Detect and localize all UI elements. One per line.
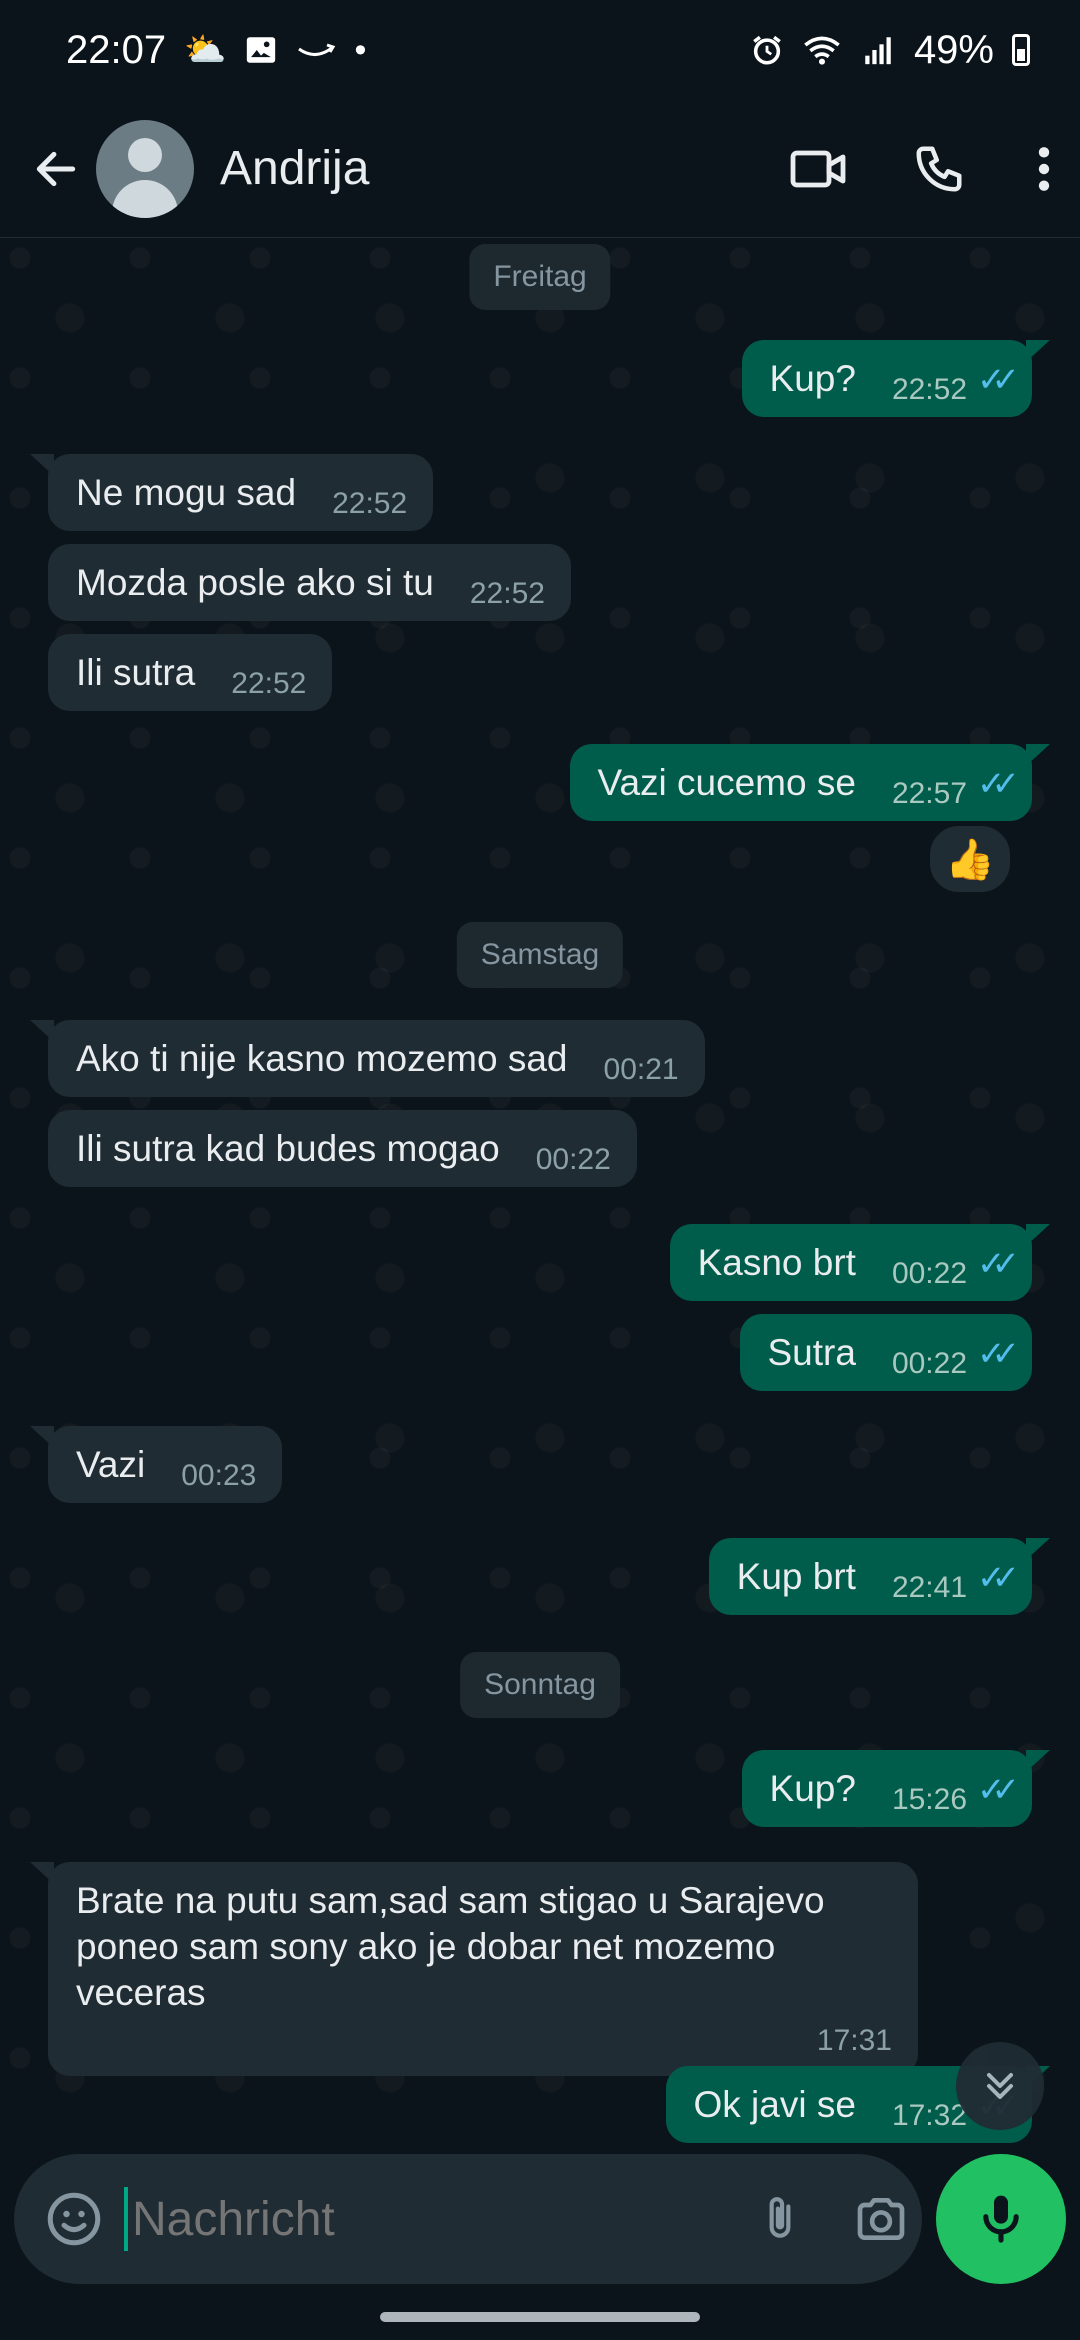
message-time: 00:21 xyxy=(603,1053,679,1086)
read-ticks-icon: ✓✓ xyxy=(977,1245,1020,1283)
video-call-button[interactable] xyxy=(774,124,864,214)
message-time: 00:22 xyxy=(891,1257,968,1290)
back-button[interactable] xyxy=(16,129,96,209)
avatar[interactable] xyxy=(96,119,194,218)
message-time: 17:31 xyxy=(816,2024,892,2057)
message-text: Sutra xyxy=(767,1332,856,1373)
message-text: Kasno brt xyxy=(697,1242,856,1283)
wifi-icon xyxy=(804,36,840,65)
message-outgoing[interactable]: Kasno brt 00:22 ✓✓ xyxy=(669,1224,1051,1301)
mic-icon xyxy=(983,2195,1019,2243)
message-text: Vazi cucemo se xyxy=(597,762,856,803)
voice-call-button[interactable] xyxy=(894,124,984,214)
message-composer xyxy=(14,2154,922,2284)
avatar-body xyxy=(112,179,178,218)
message-text: Kup? xyxy=(769,358,856,399)
chat-header: Andrija xyxy=(0,100,1080,238)
weather-icon: ⛅ xyxy=(184,31,227,69)
status-right: 49% xyxy=(750,28,1030,73)
message-text: Ili sutra kad budes mogao xyxy=(76,1128,500,1169)
message-time: 22:52 xyxy=(332,487,408,520)
signal-icon xyxy=(865,37,891,65)
message-outgoing[interactable]: Kup brt 22:41 ✓✓ xyxy=(708,1538,1051,1615)
dot-icon: • xyxy=(354,30,367,69)
alarm-icon xyxy=(753,35,781,65)
message-text: Brate na putu sam,sad sam stigao u Saraj… xyxy=(76,1880,825,2013)
read-ticks-icon: ✓✓ xyxy=(977,765,1020,803)
contact-name[interactable]: Andrija xyxy=(220,141,774,196)
status-bar: 22:07 ⛅ • 49% xyxy=(0,0,1080,100)
video-call-icon xyxy=(790,150,846,187)
message-text: Kup brt xyxy=(736,1556,856,1597)
status-left: 22:07 ⛅ • xyxy=(66,28,366,73)
back-arrow-icon xyxy=(36,151,76,186)
attach-button[interactable] xyxy=(755,2184,805,2254)
gallery-icon xyxy=(247,37,276,63)
message-text: Ako ti nije kasno mozemo sad xyxy=(76,1038,568,1079)
message-time: 00:22 xyxy=(891,1347,968,1380)
status-time: 22:07 xyxy=(66,27,167,72)
message-time: 00:22 xyxy=(535,1143,611,1176)
message-time: 15:26 xyxy=(891,1783,968,1816)
read-ticks-icon: ✓✓ xyxy=(977,1559,1020,1597)
emoji-icon xyxy=(47,2192,101,2246)
read-ticks-icon: ✓✓ xyxy=(977,1335,1020,1373)
message-text: Vazi xyxy=(76,1444,146,1485)
message-text: Ne mogu sad xyxy=(76,472,297,513)
message-time: 22:52 xyxy=(231,667,307,700)
message-time: 22:57 xyxy=(891,777,968,810)
message-outgoing[interactable]: Sutra 00:22 ✓✓ xyxy=(739,1314,1032,1391)
double-chevron-down-icon xyxy=(986,2072,1014,2100)
phone-icon xyxy=(916,146,962,191)
message-time: 22:52 xyxy=(891,373,968,406)
message-incoming[interactable]: Ako ti nije kasno mozemo sad 00:21 xyxy=(30,1020,705,1097)
avatar-head xyxy=(128,137,162,172)
message-incoming[interactable]: Ili sutra 22:52 xyxy=(48,634,333,711)
message-incoming[interactable]: Vazi 00:23 xyxy=(29,1426,283,1503)
day-separator: Samstag xyxy=(456,922,624,988)
message-incoming[interactable]: Brate na putu sam,sad sam stigao u Saraj… xyxy=(30,1862,918,2076)
battery-icon xyxy=(1012,34,1030,66)
reaction-thumbs-up[interactable]: 👍 xyxy=(926,822,1014,896)
camera-icon xyxy=(857,2198,905,2240)
message-time: 22:52 xyxy=(469,577,545,610)
message-time: 17:32 xyxy=(891,2099,968,2132)
battery-percent: 49% xyxy=(913,27,994,72)
message-outgoing[interactable]: Kup? 22:52 ✓✓ xyxy=(741,340,1051,417)
message-time: 00:23 xyxy=(181,1459,257,1492)
home-indicator[interactable] xyxy=(380,2312,700,2322)
message-outgoing[interactable]: Kup? 15:26 ✓✓ xyxy=(741,1750,1051,1827)
day-separator: Sonntag xyxy=(460,1652,620,1718)
message-incoming[interactable]: Mozda posle ako si tu 22:52 xyxy=(48,544,571,621)
message-text: Mozda posle ako si tu xyxy=(76,562,434,603)
message-incoming[interactable]: Ne mogu sad 22:52 xyxy=(29,454,434,531)
day-separator: Freitag xyxy=(469,244,611,310)
message-text: Kup? xyxy=(769,1768,856,1809)
scroll-to-bottom-button[interactable] xyxy=(956,2042,1044,2130)
message-incoming[interactable]: Ili sutra kad budes mogao 00:22 xyxy=(48,1110,637,1187)
attach-icon xyxy=(769,2197,791,2238)
emoji-button[interactable] xyxy=(44,2184,104,2254)
message-input[interactable] xyxy=(124,2187,755,2251)
read-ticks-icon: ✓✓ xyxy=(977,361,1020,399)
message-text: Ok javi se xyxy=(693,2084,856,2125)
amazon-icon xyxy=(298,43,336,56)
voice-message-button[interactable] xyxy=(936,2154,1066,2284)
message-text: Ili sutra xyxy=(76,652,196,693)
more-options-icon xyxy=(1038,146,1050,191)
message-time: 22:41 xyxy=(891,1571,968,1604)
more-options-button[interactable] xyxy=(1014,124,1074,214)
message-outgoing[interactable]: Vazi cucemo se 22:57 ✓✓ xyxy=(569,744,1051,821)
read-ticks-icon: ✓✓ xyxy=(977,1771,1020,1809)
camera-button[interactable] xyxy=(851,2184,911,2254)
